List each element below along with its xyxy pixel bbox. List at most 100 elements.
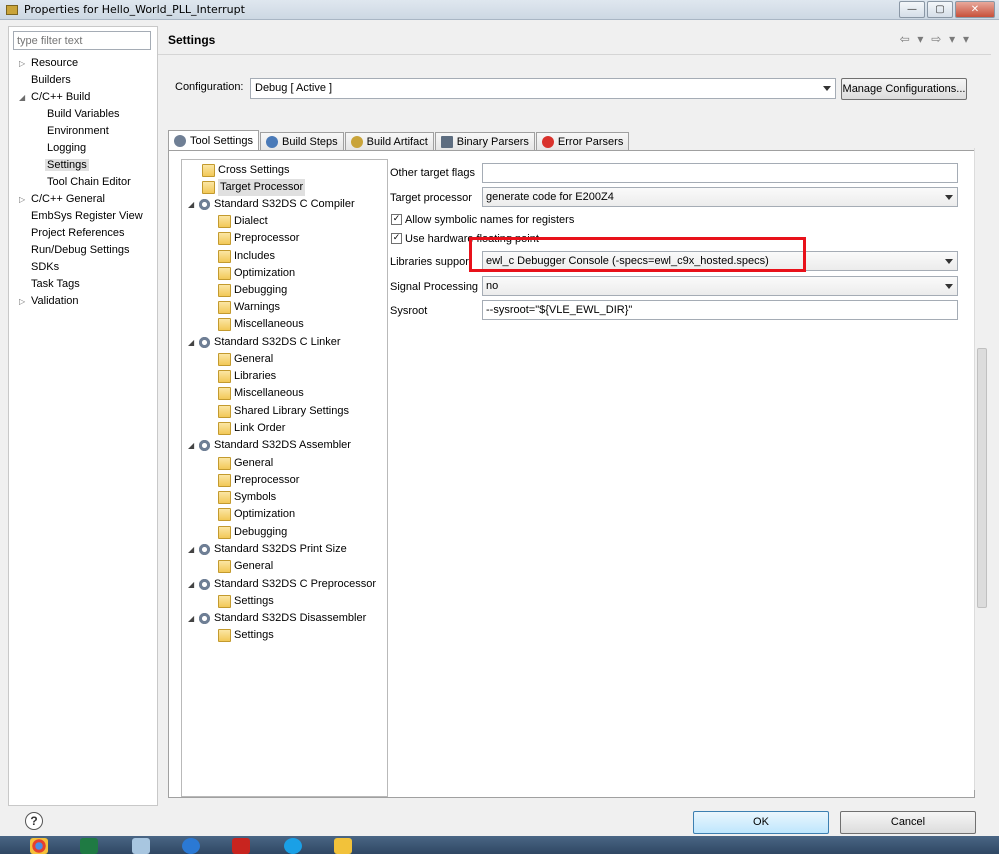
app-icon[interactable] — [132, 838, 150, 854]
scrollbar-thumb[interactable] — [977, 348, 987, 608]
configuration-select[interactable]: Debug [ Active ] — [250, 78, 836, 99]
nav-item-run-debug-settings[interactable]: Run/Debug Settings — [19, 242, 129, 258]
allow-symbolic-label: Allow symbolic names for registers — [405, 214, 575, 226]
nav-item-task-tags[interactable]: Task Tags — [19, 276, 80, 292]
close-button[interactable]: ✕ — [955, 1, 995, 18]
help-icon[interactable]: ? — [25, 812, 43, 830]
tree-item-debugging[interactable]: Debugging — [218, 282, 287, 299]
allow-symbolic-checkbox[interactable]: ✓ — [391, 214, 402, 225]
collapse-arrow-icon[interactable]: ◢ — [188, 334, 198, 351]
tree-item-cross-settings[interactable]: Cross Settings — [202, 162, 290, 179]
expand-arrow-icon[interactable]: ▷ — [19, 192, 31, 208]
tree-item-c-linker[interactable]: ◢ Standard S32DS C Linker — [188, 334, 341, 351]
folder-icon — [218, 526, 231, 539]
nav-item-project-references[interactable]: Project References — [19, 225, 125, 241]
nav-item-settings[interactable]: Settings — [45, 157, 89, 173]
nav-item-builders[interactable]: Builders — [19, 72, 71, 88]
internet-explorer-icon[interactable] — [182, 838, 200, 854]
collapse-arrow-icon[interactable]: ◢ — [188, 610, 198, 627]
tree-item-print-size[interactable]: ◢ Standard S32DS Print Size — [188, 541, 347, 558]
tree-item-dialect[interactable]: Dialect — [218, 213, 268, 230]
tab-binary-parsers[interactable]: Binary Parsers — [434, 132, 535, 151]
nav-item-sdks[interactable]: SDKs — [19, 259, 59, 275]
other-target-flags-input[interactable] — [482, 163, 958, 183]
nav-item-cpp-general[interactable]: ▷ C/C++ General — [19, 191, 105, 207]
minimize-button[interactable]: — — [899, 1, 925, 18]
nav-item-resource[interactable]: ▷ Resource — [19, 55, 78, 71]
expand-arrow-icon[interactable]: ▷ — [19, 56, 31, 72]
tab-build-steps[interactable]: Build Steps — [259, 132, 344, 151]
nav-item-label: Settings — [45, 159, 89, 171]
tree-item-libraries[interactable]: Libraries — [218, 368, 276, 385]
signal-processing-select[interactable]: no — [482, 276, 958, 296]
cancel-button[interactable]: Cancel — [840, 811, 976, 834]
excel-icon[interactable] — [80, 838, 98, 854]
tree-item-general[interactable]: General — [218, 455, 273, 472]
nav-item-logging[interactable]: Logging — [47, 140, 86, 156]
pdf-reader-icon[interactable] — [232, 838, 250, 854]
tree-item-debugging[interactable]: Debugging — [218, 524, 287, 541]
tree-item-target-processor[interactable]: Target Processor — [202, 179, 306, 196]
nav-item-environment[interactable]: Environment — [47, 123, 109, 139]
nav-item-tool-chain-editor[interactable]: Tool Chain Editor — [47, 174, 131, 190]
collapse-arrow-icon[interactable]: ◢ — [19, 90, 31, 106]
expand-arrow-icon[interactable]: ▷ — [19, 294, 31, 310]
tree-item-miscellaneous[interactable]: Miscellaneous — [218, 385, 304, 402]
tree-item-general[interactable]: General — [218, 351, 273, 368]
tree-item-general[interactable]: General — [218, 558, 273, 575]
skype-icon[interactable] — [284, 838, 302, 854]
nxp-icon[interactable] — [334, 838, 352, 854]
filter-input[interactable] — [13, 31, 151, 50]
manage-configurations-button[interactable]: Manage Configurations... — [841, 78, 967, 100]
configuration-label: Configuration: — [175, 81, 244, 93]
tree-item-symbols[interactable]: Symbols — [218, 489, 276, 506]
collapse-arrow-icon[interactable]: ◢ — [188, 437, 198, 454]
page-title: Settings — [168, 33, 216, 47]
configuration-value: Debug [ Active ] — [255, 82, 333, 94]
vertical-scrollbar[interactable] — [974, 148, 988, 790]
tree-item-preprocessor[interactable]: Preprocessor — [218, 230, 299, 247]
history-nav-arrows[interactable]: ⇦ ▾ ⇨ ▾ ▾ — [900, 32, 971, 46]
nav-item-label: Logging — [47, 142, 87, 154]
tab-label: Error Parsers — [557, 135, 624, 148]
sysroot-input[interactable]: --sysroot="${VLE_EWL_DIR}" — [482, 300, 958, 320]
nav-item-validation[interactable]: ▷ Validation — [19, 293, 79, 309]
tab-label: Tool Settings — [190, 134, 253, 147]
tree-item-c-preprocessor[interactable]: ◢ Standard S32DS C Preprocessor — [188, 576, 376, 593]
tree-item-warnings[interactable]: Warnings — [218, 299, 280, 316]
collapse-arrow-icon[interactable]: ◢ — [188, 576, 198, 593]
dropdown-arrow-icon[interactable] — [823, 86, 831, 91]
gear-icon — [198, 439, 211, 452]
ok-button[interactable]: OK — [693, 811, 829, 834]
tree-item-settings[interactable]: Settings — [218, 593, 274, 610]
dropdown-arrow-icon[interactable] — [945, 259, 953, 264]
tree-item-miscellaneous[interactable]: Miscellaneous — [218, 316, 304, 333]
dropdown-arrow-icon[interactable] — [945, 284, 953, 289]
nav-item-build-variables[interactable]: Build Variables — [47, 106, 120, 122]
nav-item-label: Resource — [31, 57, 79, 69]
nav-item-embsys-register-view[interactable]: EmbSys Register View — [19, 208, 143, 224]
tab-tool-settings[interactable]: Tool Settings — [168, 130, 259, 151]
tree-item-label: Miscellaneous — [234, 387, 304, 399]
collapse-arrow-icon[interactable]: ◢ — [188, 541, 198, 558]
target-processor-select[interactable]: generate code for E200Z4 — [482, 187, 958, 207]
chrome-icon[interactable] — [30, 838, 48, 854]
tab-error-parsers[interactable]: Error Parsers — [535, 132, 630, 151]
tree-item-c-compiler[interactable]: ◢ Standard S32DS C Compiler — [188, 196, 355, 213]
tree-item-includes[interactable]: Includes — [218, 248, 275, 265]
tree-item-preprocessor[interactable]: Preprocessor — [218, 472, 299, 489]
dropdown-arrow-icon[interactable] — [945, 195, 953, 200]
nav-item-cpp-build[interactable]: ◢ C/C++ Build — [19, 89, 90, 105]
collapse-arrow-icon[interactable]: ◢ — [188, 196, 198, 213]
settings-tabs: Tool Settings Build Steps Build Artifact… — [168, 130, 630, 151]
tree-item-settings[interactable]: Settings — [218, 627, 274, 644]
tree-item-optimization[interactable]: Optimization — [218, 506, 295, 523]
use-hw-float-checkbox[interactable]: ✓ — [391, 233, 402, 244]
tree-item-disassembler[interactable]: ◢ Standard S32DS Disassembler — [188, 610, 366, 627]
maximize-button[interactable]: ▢ — [927, 1, 953, 18]
tree-item-assembler[interactable]: ◢ Standard S32DS Assembler — [188, 437, 351, 454]
tab-build-artifact[interactable]: Build Artifact — [344, 132, 434, 151]
tree-item-link-order[interactable]: Link Order — [218, 420, 285, 437]
tree-item-shared-library-settings[interactable]: Shared Library Settings — [218, 403, 349, 420]
tree-item-optimization[interactable]: Optimization — [218, 265, 295, 282]
